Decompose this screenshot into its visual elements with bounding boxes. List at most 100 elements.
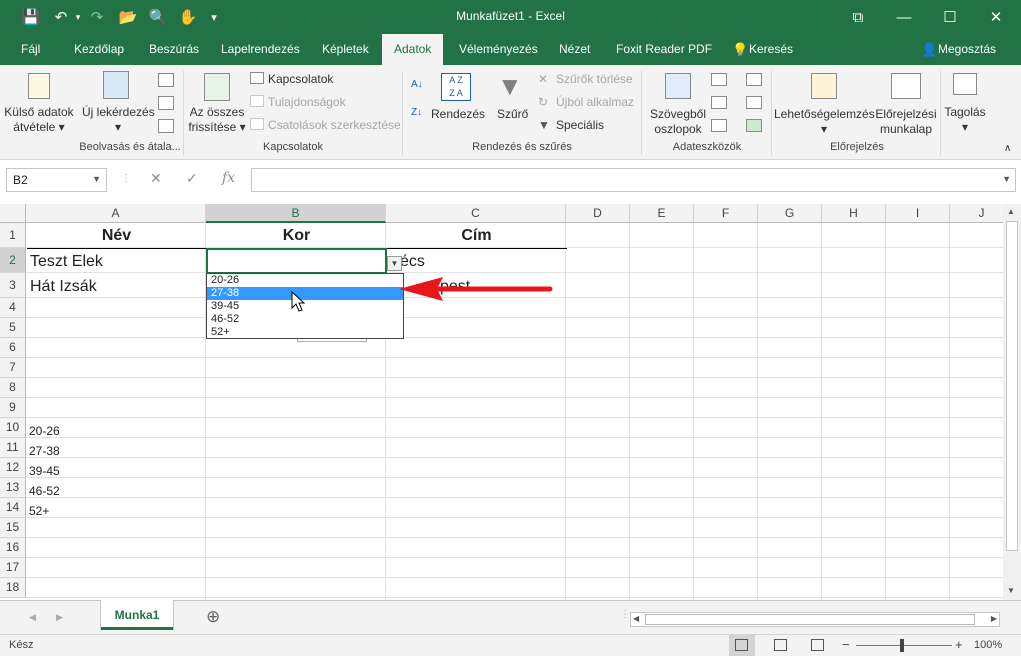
dropdown-option[interactable]: 52+ — [207, 326, 403, 339]
dropdown-option[interactable]: 39-45 — [207, 300, 403, 313]
vertical-scrollbar[interactable]: ▲ ▼ — [1003, 204, 1021, 600]
column-header-b[interactable]: B — [206, 204, 386, 223]
cell-c1[interactable]: Cím — [387, 224, 566, 248]
data-model-icon[interactable] — [746, 119, 762, 132]
cell-a1[interactable]: Név — [27, 224, 206, 248]
sort-az-icon[interactable]: A↓ — [411, 77, 423, 92]
properties-button[interactable]: Tulajdonságok — [268, 95, 346, 110]
tab-split-handle[interactable]: ⋮ — [620, 609, 630, 620]
cancel-icon[interactable]: ✕ — [150, 170, 162, 187]
dropdown-option-highlighted[interactable]: 27-38 — [207, 287, 403, 300]
tab-lapelrendezes[interactable]: Lapelrendezés — [221, 34, 300, 65]
row-header-7[interactable]: 7 — [0, 358, 26, 378]
tab-foxit[interactable]: Foxit Reader PDF — [616, 34, 712, 65]
scroll-up-icon[interactable]: ▲ — [1007, 207, 1015, 216]
row-header-9[interactable]: 9 — [0, 398, 26, 418]
selected-cell-b2[interactable] — [206, 248, 387, 274]
row-header-14[interactable]: 14 — [0, 498, 26, 518]
reapply-button[interactable]: Újból alkalmaz — [556, 95, 634, 110]
zoom-slider-thumb[interactable] — [900, 639, 904, 652]
recent-sources-icon[interactable] — [158, 119, 174, 133]
tab-kereses[interactable]: Keresés — [749, 34, 793, 65]
zoom-level[interactable]: 100% — [974, 639, 1002, 651]
tab-velemenyezes[interactable]: Véleményezés — [459, 34, 538, 65]
outline-button[interactable]: Tagolás ▾ — [942, 105, 988, 135]
select-all-corner[interactable] — [0, 204, 26, 223]
scroll-right-icon[interactable]: ▶ — [991, 614, 997, 623]
column-header-e[interactable]: E — [630, 204, 694, 223]
zoom-out-button[interactable]: − — [842, 637, 850, 652]
column-header-f[interactable]: F — [694, 204, 758, 223]
enter-icon[interactable]: ✓ — [186, 170, 198, 187]
remove-duplicates-icon[interactable] — [711, 96, 727, 109]
cell-a10[interactable]: 20-26 — [29, 421, 60, 441]
row-header-4[interactable]: 4 — [0, 298, 26, 318]
horizontal-scrollbar[interactable]: ◀ ▶ — [630, 612, 1000, 627]
sort-button[interactable]: Rendezés — [431, 107, 485, 122]
sheet-tab-munka1[interactable]: Munka1 — [101, 600, 173, 630]
row-header-13[interactable]: 13 — [0, 478, 26, 498]
connections-button[interactable]: Kapcsolatok — [268, 72, 333, 87]
zoom-slider-track[interactable] — [856, 645, 952, 646]
insert-function-icon[interactable]: fx — [222, 170, 235, 186]
chevron-down-icon[interactable]: ▼ — [92, 174, 101, 184]
page-break-view-icon[interactable] — [811, 639, 824, 651]
cell-a11[interactable]: 27-38 — [29, 441, 60, 461]
text-to-columns-button[interactable]: Szövegből oszlopok — [646, 107, 710, 137]
name-box[interactable]: B2 ▼ — [6, 168, 107, 192]
row-header-10[interactable]: 10 — [0, 418, 26, 438]
close-icon[interactable]: ✕ — [973, 0, 1019, 34]
maximize-icon[interactable]: ☐ — [927, 0, 973, 34]
dropdown-option[interactable]: 20-26 — [207, 274, 403, 287]
row-header-18[interactable]: 18 — [0, 578, 26, 598]
vertical-scroll-thumb[interactable] — [1006, 221, 1018, 551]
tab-kepletek[interactable]: Képletek — [322, 34, 369, 65]
worksheet-grid[interactable]: ABCDEFGHIJ 1 2 3 4 5 6 7 8 9 10 11 12 13 14 15 16 17 18 N… — [0, 204, 1003, 600]
show-queries-icon[interactable] — [158, 73, 174, 87]
dropdown-option[interactable]: 46-52 — [207, 313, 403, 326]
tab-fajl[interactable]: Fájl — [21, 34, 40, 65]
row-header-6[interactable]: 6 — [0, 338, 26, 358]
column-header-g[interactable]: G — [758, 204, 822, 223]
page-layout-view-icon[interactable] — [774, 639, 787, 651]
scroll-tabs-left-icon[interactable]: ◀ — [29, 612, 36, 623]
validation-dropdown-button[interactable]: ▼ — [387, 256, 402, 271]
column-header-a[interactable]: A — [26, 204, 206, 223]
external-data-button[interactable]: Külső adatok átvétele ▾ — [3, 105, 75, 135]
expand-formula-icon[interactable]: ▼ — [1002, 174, 1011, 184]
row-header-1[interactable]: 1 — [0, 223, 26, 248]
horizontal-scroll-thumb[interactable] — [645, 614, 975, 625]
row-header-5[interactable]: 5 — [0, 318, 26, 338]
scroll-tabs-right-icon[interactable]: ▶ — [56, 612, 63, 623]
ribbon-display-icon[interactable]: ⧉ — [835, 0, 881, 34]
cell-a2[interactable]: Teszt Elek — [30, 250, 103, 274]
formula-input[interactable]: ▼ — [251, 168, 1016, 192]
cell-a13[interactable]: 46-52 — [29, 481, 60, 501]
new-query-button[interactable]: Új lekérdezés ▾ — [82, 105, 155, 135]
row-header-17[interactable]: 17 — [0, 558, 26, 578]
tab-nezet[interactable]: Nézet — [559, 34, 590, 65]
sort-za-icon[interactable]: Z↓ — [411, 105, 422, 120]
column-header-d[interactable]: D — [566, 204, 630, 223]
clear-filter-button[interactable]: Szűrők törlése — [556, 72, 633, 87]
from-table-icon[interactable] — [158, 96, 174, 110]
filter-button[interactable]: Szűrő — [497, 107, 528, 122]
zoom-in-button[interactable]: + — [955, 637, 963, 652]
data-validation-icon[interactable] — [711, 119, 727, 132]
add-sheet-icon[interactable]: ⊕ — [206, 607, 220, 627]
what-if-button[interactable]: Lehetőségelemzés ▾ — [774, 107, 875, 137]
row-header-3[interactable]: 3 — [0, 273, 26, 298]
cell-a14[interactable]: 52+ — [29, 501, 49, 521]
share-button[interactable]: Megosztás — [938, 34, 996, 65]
row-header-11[interactable]: 11 — [0, 438, 26, 458]
scroll-down-icon[interactable]: ▼ — [1007, 586, 1015, 595]
row-header-2[interactable]: 2 — [0, 248, 26, 273]
forecast-sheet-button[interactable]: Előrejelzési munkalap — [874, 107, 938, 137]
cell-a12[interactable]: 39-45 — [29, 461, 60, 481]
collapse-ribbon-icon[interactable]: ∧ — [1004, 141, 1011, 156]
consolidate-icon[interactable] — [746, 73, 762, 86]
row-header-15[interactable]: 15 — [0, 518, 26, 538]
cell-c2[interactable]: écs — [400, 250, 425, 274]
cell-b1[interactable]: Kor — [207, 224, 386, 248]
tab-adatok[interactable]: Adatok — [382, 34, 444, 65]
